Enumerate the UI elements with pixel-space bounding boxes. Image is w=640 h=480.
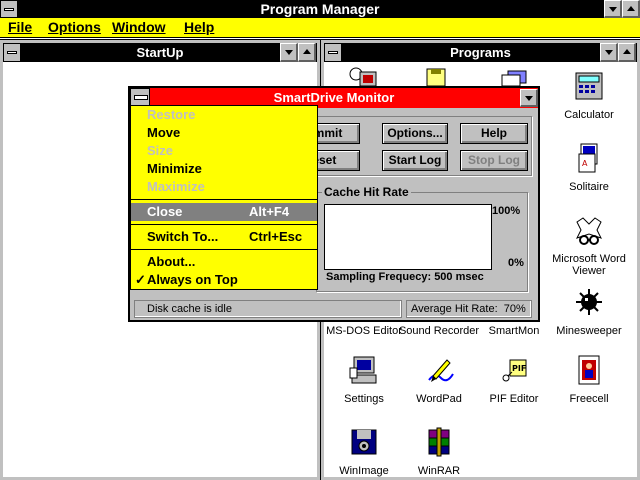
start-log-button[interactable]: Start Log xyxy=(382,150,448,171)
settings-icon xyxy=(349,356,377,384)
maximize-arrow-icon xyxy=(302,49,311,54)
control-panel-icon[interactable] xyxy=(346,64,378,86)
program-icon-solitaire[interactable]: A Solitaire xyxy=(544,142,634,193)
program-manager-system-menu-button[interactable] xyxy=(0,0,18,18)
stop-log-button[interactable]: Stop Log xyxy=(460,150,528,171)
scale-top-label: 100% xyxy=(492,205,521,217)
maximize-arrow-icon xyxy=(626,5,635,11)
icon-label: Solitaire xyxy=(569,181,609,193)
programs-title: Programs xyxy=(450,45,511,60)
checkmark-icon: ✓ xyxy=(135,272,146,287)
menu-item-maximize: Maximize xyxy=(147,179,205,194)
startup-titlebar[interactable]: StartUp xyxy=(3,43,317,62)
word-viewer-icon xyxy=(576,217,602,245)
menu-item-move[interactable]: Move xyxy=(131,124,317,142)
menu-separator xyxy=(131,249,317,251)
smartdrive-title: SmartDrive Monitor xyxy=(273,90,395,105)
help-button[interactable]: Help xyxy=(460,123,528,144)
menu-window[interactable]: Window xyxy=(112,19,166,35)
startup-title: StartUp xyxy=(136,45,184,60)
scale-bottom-label: 0% xyxy=(508,257,524,269)
programs-system-menu-button[interactable] xyxy=(324,43,342,62)
program-icon-freecell[interactable]: Freecell xyxy=(544,354,634,405)
icon-label: WinRAR xyxy=(417,465,461,477)
menu-item-minimize[interactable]: Minimize xyxy=(131,160,317,178)
icon-label: Microsoft Word Viewer xyxy=(552,253,626,277)
startup-maximize-button[interactable] xyxy=(298,43,316,62)
programs-minimize-button[interactable] xyxy=(600,43,618,62)
smartdrive-system-menu-button[interactable] xyxy=(130,88,150,106)
sampling-frequency-label: Sampling Frequecy: 500 msec xyxy=(326,271,484,283)
solitaire-icon: A xyxy=(578,143,598,173)
icon-label: Freecell xyxy=(569,393,609,405)
svg-text:PIF: PIF xyxy=(512,364,526,373)
program-manager-minimize-button[interactable] xyxy=(604,0,622,18)
program-icon-winrar[interactable]: WinRAR xyxy=(394,426,484,477)
menu-options[interactable]: Options xyxy=(48,19,101,35)
menu-item-size: Size xyxy=(147,143,174,158)
status-text: Disk cache is idle xyxy=(147,303,232,315)
smartdrive-minimize-button[interactable] xyxy=(520,89,538,107)
card-file-icon[interactable] xyxy=(500,70,528,86)
calculator-icon xyxy=(575,72,603,100)
programs-maximize-button[interactable] xyxy=(618,43,636,62)
program-icon-calculator[interactable]: Calculator xyxy=(544,70,634,121)
minimize-arrow-icon xyxy=(284,50,293,55)
freecell-icon xyxy=(578,355,600,385)
average-hit-rate: Average Hit Rate: 70% xyxy=(411,303,526,315)
wordpad-icon xyxy=(428,359,454,382)
programs-titlebar[interactable]: Programs xyxy=(324,43,637,62)
menu-separator xyxy=(131,199,317,201)
menu-separator xyxy=(131,224,317,226)
svg-text:A: A xyxy=(582,159,588,168)
program-manager-titlebar[interactable]: Program Manager xyxy=(0,0,640,18)
cache-hit-rate-label: Cache Hit Rate xyxy=(322,185,411,199)
program-manager-menubar: File Options Window Help xyxy=(0,18,640,38)
menu-item-close[interactable]: Close Alt+F4 xyxy=(131,203,317,221)
maximize-arrow-icon xyxy=(622,49,631,54)
minimize-arrow-icon xyxy=(608,6,617,12)
hit-rate-graph xyxy=(324,204,492,270)
winrar-icon xyxy=(428,427,450,457)
status-bar-right: Average Hit Rate: 70% xyxy=(406,300,532,318)
startup-minimize-button[interactable] xyxy=(280,43,298,62)
menu-item-switch-to[interactable]: Switch To... Ctrl+Esc xyxy=(131,228,317,246)
startup-system-menu-button[interactable] xyxy=(3,43,21,62)
program-manager-maximize-button[interactable] xyxy=(622,0,640,18)
menu-item-always-on-top[interactable]: ✓ Always on Top xyxy=(131,271,317,289)
icon-label: SmartMon xyxy=(488,325,540,337)
program-icon-word-viewer[interactable]: Microsoft Word Viewer xyxy=(544,214,634,277)
pif-editor-icon: PIF xyxy=(502,359,527,382)
menu-item-about[interactable]: About... xyxy=(131,253,317,271)
minimize-arrow-icon xyxy=(524,95,533,101)
status-bar-left: Disk cache is idle xyxy=(134,300,402,318)
winimage-icon xyxy=(351,429,377,455)
menu-item-restore: Restore xyxy=(147,107,196,122)
options-button[interactable]: Options... xyxy=(382,123,448,144)
program-manager-title: Program Manager xyxy=(260,1,380,17)
file-manager-icon[interactable] xyxy=(426,68,446,86)
system-menu: Restore Move Size Minimize Maximize Clos… xyxy=(130,105,318,290)
menu-help[interactable]: Help xyxy=(184,19,214,35)
minimize-arrow-icon xyxy=(604,50,613,55)
minesweeper-icon xyxy=(576,289,602,315)
icon-label: Calculator xyxy=(564,109,614,121)
menu-file[interactable]: File xyxy=(8,19,32,35)
